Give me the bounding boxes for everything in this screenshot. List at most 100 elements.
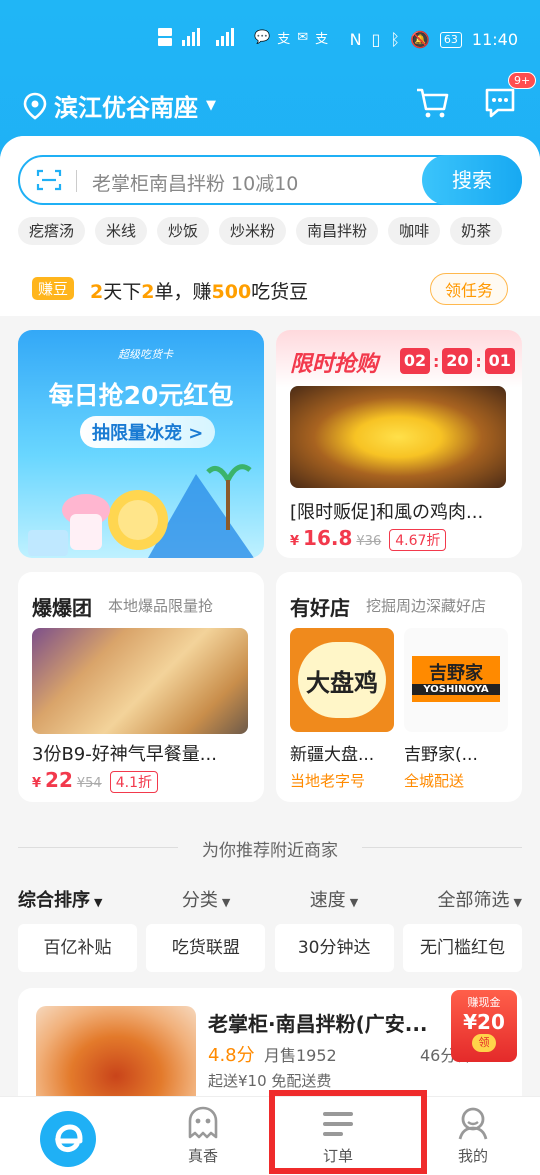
nav-home[interactable] [28,1097,108,1175]
section-divider: 为你推荐附近商家 [18,836,522,861]
promo-headline: 每日抢20元红包 [48,381,234,410]
search-button[interactable]: 搜索 [422,155,522,205]
store-rating: 4.8分 [208,1045,255,1066]
message-badge: 9+ [508,72,537,89]
baobao-subtitle: 本地爆品限量抢 [108,597,214,615]
filter-chip[interactable]: 百亿补贴 [18,924,137,972]
earn-chip: 赚豆 [32,277,75,300]
system-icons: N ▯ ᛒ 🔕 63 11:40 [350,30,518,49]
flash-sale-title: 限时抢购 [290,352,379,377]
search-bar[interactable]: 老掌柜南昌拌粉 10减10 搜索 [18,155,522,205]
earn-text: 2天下2单，赚500吃货豆 [90,281,309,303]
caret-down-icon: ▼ [94,896,103,909]
baobao-group-card[interactable]: 爆爆团 本地爆品限量抢 3份B9-好神气早餐量... ¥22 ¥54 4.1折 [18,572,264,802]
app-header: 滨江优谷南座 ▼ 9+ [0,72,540,130]
wechat-icon: 💬 [254,29,272,45]
shop1-name: 新疆大盘... [290,745,375,765]
store-monthly-sales: 月售1952 [264,1046,337,1065]
quick-tag[interactable]: 米线 [95,217,148,245]
nav-zhenxiang-label: 真香 [187,1147,218,1165]
mute-icon: 🔕 [409,30,430,49]
good-shops-card[interactable]: 有好店 挖掘周边深藏好店 大盘鸡 吉野家 YOSHINOYA 新疆大盘... 吉野… [276,572,522,802]
shop2-desc: 全城配送 [404,772,465,790]
quick-tag[interactable]: 疙瘩汤 [18,217,86,245]
quick-tags: 疙瘩汤 米线 炒饭 炒米粉 南昌拌粉 咖啡 奶茶 [18,217,503,245]
flash-sale-price: ¥16.8 ¥36 4.67折 [290,526,447,551]
quick-tag[interactable]: 炒米粉 [219,217,287,245]
vibrate-icon: ▯ [371,30,381,49]
sort-comprehensive[interactable]: 综合排序 ▼ [18,886,102,914]
caret-down-icon: ▼ [349,896,359,909]
good-shops-subtitle: 挖掘周边深藏好店 [366,597,487,615]
battery-icon: 63 [439,31,462,48]
filter-chip[interactable]: 吃货联盟 [146,924,266,972]
promo-logo: 超级吃货卡 [118,348,173,361]
countdown-minutes: 20 [442,348,473,374]
mail-icon: ✉ [297,29,310,45]
discount-badge: 4.1折 [109,771,158,793]
caret-down-icon: ▼ [221,896,231,909]
alipay-icon: 支 [277,31,292,47]
sort-category[interactable]: 分类 ▼ [182,886,230,914]
alipay-icon-2: 支 [315,31,330,47]
nav-mine-label: 我的 [457,1147,488,1165]
filter-chip[interactable]: 30分钟达 [274,924,394,972]
location-pin-icon [23,92,47,120]
cart-icon[interactable] [414,84,450,120]
promo-illustration [28,464,254,558]
shop-logo-dapanji[interactable]: 大盘鸡 [290,628,394,732]
search-input[interactable]: 老掌柜南昌拌粉 10减10 [92,169,298,196]
highlight-box [269,1090,427,1174]
claim-task-button[interactable]: 领任务 [429,273,508,305]
filter-chip[interactable]: 无门槛红包 [402,924,522,972]
baobao-price: ¥22 ¥54 4.1折 [32,768,158,793]
zhenxiang-icon [188,1106,218,1139]
nav-mine[interactable]: 我的 [433,1097,513,1175]
chevron-down-icon: ▼ [206,98,216,113]
baobao-item-name: 3份B9-好神气早餐量... [32,744,217,765]
flash-sale-food-image [290,386,506,488]
signal-icon [158,28,234,46]
section-title: 为你推荐附近商家 [202,841,338,861]
location-name: 滨江优谷南座 [54,94,198,122]
sort-bar: 综合排序 ▼ 分类 ▼ 速度 ▼ 全部筛选 ▼ [18,886,522,914]
scan-icon[interactable] [36,168,62,192]
profile-icon [458,1107,488,1140]
store-name: 老掌柜·南昌拌粉(广安... [208,1012,428,1036]
shop2-name: 吉野家(... [404,745,478,765]
store-card[interactable]: 老掌柜·南昌拌粉(广安... 4.8分 月售1952 46分钟 起送¥10 免配… [18,988,522,1098]
countdown-timer: 02: 20: 01 [400,348,515,374]
flash-sale-item-name: [限时贩促]和風の鸡肉... [290,502,484,523]
earn-beans-banner[interactable]: 赚豆 2天下2单，赚500吃货豆 领任务 [32,268,508,308]
sort-all-filters[interactable]: 全部筛选 ▼ [438,886,522,914]
caret-down-icon: ▼ [513,896,522,909]
baobao-title: 爆爆团 [32,596,92,620]
cash-coupon-widget[interactable]: 赚现金 ¥20 领 [451,990,517,1062]
countdown-seconds: 01 [484,348,515,374]
signal-icons: 💬 支 ✉ 支 [158,26,329,48]
shop1-desc: 当地老字号 [290,772,366,790]
location-selector[interactable]: 滨江优谷南座 ▼ [22,88,216,123]
quick-tag[interactable]: 咖啡 [388,217,441,245]
red-packet-promo-card[interactable]: 超级吃货卡 每日抢20元红包 抽限量冰宠 > [18,330,264,558]
message-icon[interactable] [482,84,518,120]
flash-sale-card[interactable]: 限时抢购 02: 20: 01 [限时贩促]和風の鸡肉... ¥16.8 ¥36… [276,330,522,558]
nfc-icon: N [349,30,362,49]
store-fee-info: 起送¥10 免配送费 [208,1072,332,1090]
shop-logo-yoshinoya[interactable]: 吉野家 YOSHINOYA [404,628,508,732]
promo-cta-button[interactable]: 抽限量冰宠 > [80,416,216,448]
discount-badge: 4.67折 [389,529,447,551]
status-bar: 💬 支 ✉ 支 N ▯ ᛒ 🔕 63 11:40 [0,0,540,78]
quick-tag[interactable]: 奶茶 [450,217,503,245]
home-logo-icon [40,1111,96,1167]
sort-speed[interactable]: 速度 ▼ [310,886,358,914]
clock: 11:40 [471,30,518,49]
search-separator [76,170,77,192]
nav-zhenxiang[interactable]: 真香 [163,1097,243,1175]
quick-tag[interactable]: 南昌拌粉 [296,217,379,245]
countdown-hours: 02 [400,348,430,374]
filter-chips: 百亿补贴 吃货联盟 30分钟达 无门槛红包 [18,924,522,972]
quick-tag[interactable]: 炒饭 [157,217,210,245]
bluetooth-icon: ᛒ [390,30,400,49]
baobao-food-image [32,628,248,734]
